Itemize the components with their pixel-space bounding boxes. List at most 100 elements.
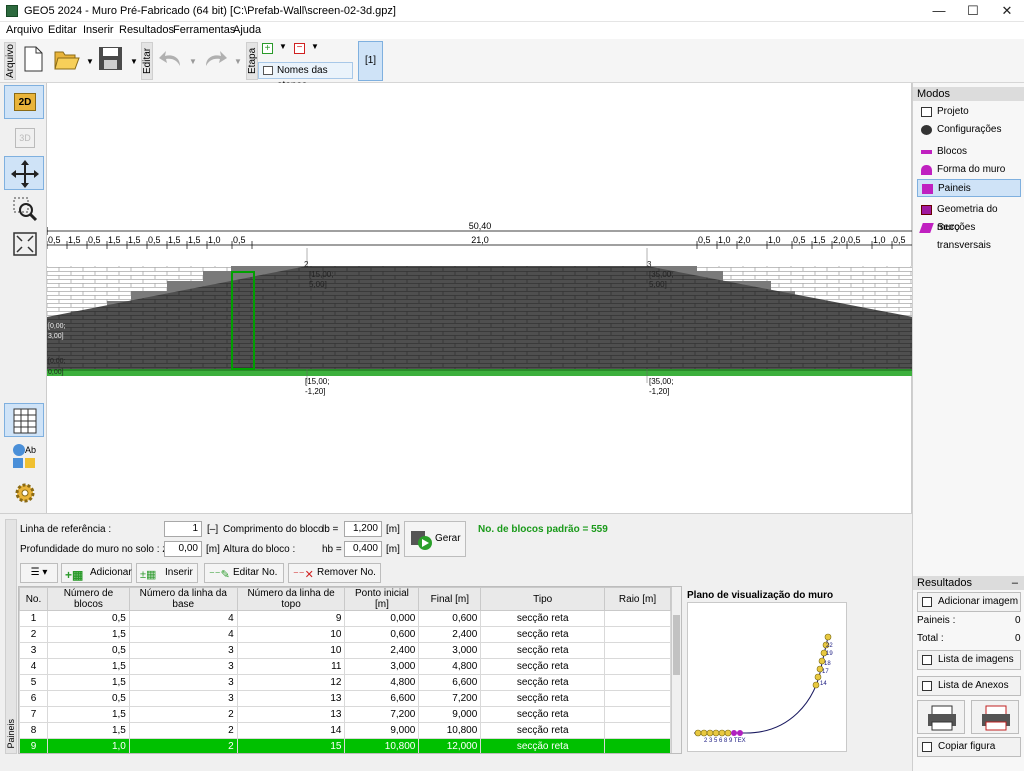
- drawing-canvas[interactable]: 50,40 21,0 0,5 1,5 0,5 1,5 1,5 0,5 1,5 1,5 1,0 0,…: [46, 83, 914, 513]
- maximize-button[interactable]: ☐: [956, 0, 990, 22]
- mode-blocos[interactable]: Blocos: [917, 143, 1021, 161]
- col-end[interactable]: Final [m]: [418, 587, 482, 611]
- table-cell[interactable]: 4,800: [418, 658, 482, 675]
- table-cell[interactable]: 3: [128, 690, 238, 707]
- table-cell[interactable]: 1,5: [46, 626, 130, 643]
- table-cell[interactable]: 15: [236, 738, 346, 753]
- mode-geometria[interactable]: Geometria do muro: [917, 201, 1021, 233]
- table-cell[interactable]: 0,600: [418, 610, 482, 627]
- table-cell[interactable]: 3: [128, 642, 238, 659]
- table-row[interactable]: 1 0,5 4 9 0,000 0,600 secção reta: [19, 610, 671, 627]
- settings-button[interactable]: [4, 475, 44, 509]
- table-cell[interactable]: 13: [236, 706, 346, 723]
- table-cell[interactable]: 12,000: [418, 738, 482, 753]
- print-button[interactable]: [917, 700, 965, 734]
- table-cell[interactable]: 2,400: [344, 642, 420, 659]
- stage-tab-1[interactable]: [1]: [358, 41, 383, 81]
- menu-ferramentas[interactable]: Ferramentas: [173, 24, 235, 36]
- col-radius[interactable]: Raio [m]: [604, 587, 671, 611]
- table-cell[interactable]: 1,5: [46, 706, 130, 723]
- table-cell[interactable]: secção reta: [480, 738, 606, 753]
- view-2d-button[interactable]: 2D: [4, 85, 44, 119]
- table-cell[interactable]: 4: [128, 626, 238, 643]
- col-no[interactable]: No.: [19, 587, 48, 611]
- generate-button[interactable]: Gerar: [404, 521, 466, 557]
- save-dropdown-icon[interactable]: ▼: [130, 57, 138, 66]
- col-num-blocks[interactable]: Número de blocos: [46, 587, 130, 611]
- add-button[interactable]: +▦ Adicionar: [61, 563, 132, 583]
- zoom-extents-button[interactable]: [4, 226, 44, 260]
- mode-projeto[interactable]: Projeto: [917, 103, 1021, 121]
- insert-button[interactable]: ±▦ Inserir: [136, 563, 198, 583]
- table-cell[interactable]: 10,800: [344, 738, 420, 753]
- table-cell[interactable]: 0,5: [46, 690, 130, 707]
- redo-button[interactable]: [202, 48, 230, 78]
- table-cell[interactable]: 2: [19, 626, 48, 643]
- table-cell[interactable]: 5: [19, 674, 48, 691]
- col-base-line[interactable]: Número da linha da base: [128, 587, 238, 611]
- table-row[interactable]: 6 0,5 3 13 6,600 7,200 secção reta: [19, 690, 671, 707]
- table-cell[interactable]: secção reta: [480, 722, 606, 739]
- table-cell[interactable]: 3: [19, 642, 48, 659]
- table-row[interactable]: 3 0,5 3 10 2,400 3,000 secção reta: [19, 642, 671, 659]
- table-cell[interactable]: 3,000: [344, 658, 420, 675]
- block-height-input[interactable]: 0,400: [344, 541, 382, 557]
- table-cell[interactable]: 7: [19, 706, 48, 723]
- table-cell[interactable]: 1: [19, 610, 48, 627]
- print-pdf-button[interactable]: [971, 700, 1019, 734]
- block-length-input[interactable]: 1,200: [344, 521, 382, 537]
- table-row[interactable]: 5 1,5 3 12 4,800 6,600 secção reta: [19, 674, 671, 691]
- table-cell[interactable]: 1,0: [46, 738, 130, 753]
- table-cell[interactable]: 3: [128, 658, 238, 675]
- zoom-window-button[interactable]: [4, 191, 44, 225]
- collapse-icon[interactable]: –: [1012, 576, 1018, 590]
- new-file-button[interactable]: [22, 46, 50, 76]
- table-cell[interactable]: 0,5: [46, 642, 130, 659]
- depth-input[interactable]: 0,00: [164, 541, 202, 557]
- mode-configuracoes[interactable]: Configurações: [917, 121, 1021, 139]
- menu-inserir[interactable]: Inserir: [83, 24, 114, 36]
- view-3d-button[interactable]: 3D: [4, 120, 44, 154]
- table-cell[interactable]: [604, 690, 671, 707]
- mode-paineis[interactable]: Paineis: [917, 179, 1021, 197]
- table-cell[interactable]: 1,5: [46, 658, 130, 675]
- side-tab-paineis[interactable]: Paineis: [5, 519, 17, 754]
- panels-table[interactable]: No. Número de blocos Número da linha da …: [18, 586, 682, 754]
- table-cell[interactable]: secção reta: [480, 674, 606, 691]
- table-cell[interactable]: 2,400: [418, 626, 482, 643]
- table-cell[interactable]: 14: [236, 722, 346, 739]
- table-cell[interactable]: secção reta: [480, 610, 606, 627]
- add-stage-dropdown-icon[interactable]: ▼: [279, 42, 287, 51]
- table-cell[interactable]: 9,000: [344, 722, 420, 739]
- save-button[interactable]: [98, 46, 126, 76]
- open-file-button[interactable]: [54, 46, 82, 76]
- table-cell[interactable]: [604, 610, 671, 627]
- table-cell[interactable]: 6,600: [418, 674, 482, 691]
- minimize-button[interactable]: —: [922, 0, 956, 22]
- menu-editar[interactable]: Editar: [48, 24, 77, 36]
- table-cell[interactable]: 6: [19, 690, 48, 707]
- pan-button[interactable]: [4, 156, 44, 190]
- menu-ajuda[interactable]: Ajuda: [233, 24, 261, 36]
- table-cell[interactable]: [604, 642, 671, 659]
- ref-line-input[interactable]: 1: [164, 521, 202, 537]
- table-cell[interactable]: 3,000: [418, 642, 482, 659]
- table-cell[interactable]: [604, 658, 671, 675]
- table-cell[interactable]: 3: [128, 674, 238, 691]
- table-cell[interactable]: 1,5: [46, 722, 130, 739]
- remove-stage-icon[interactable]: −: [294, 43, 305, 54]
- table-cell[interactable]: [604, 674, 671, 691]
- mode-forma-do-muro[interactable]: Forma do muro: [917, 161, 1021, 179]
- table-cell[interactable]: 2: [128, 706, 238, 723]
- table-view-button[interactable]: [4, 403, 44, 437]
- col-type[interactable]: Tipo: [480, 587, 606, 611]
- col-top-line[interactable]: Número da linha de topo: [236, 587, 346, 611]
- col-start[interactable]: Ponto inicial [m]: [344, 587, 420, 611]
- scrollbar-thumb[interactable]: [673, 615, 680, 675]
- table-cell[interactable]: 7,200: [418, 690, 482, 707]
- table-cell[interactable]: 10: [236, 626, 346, 643]
- open-dropdown-icon[interactable]: ▼: [86, 57, 94, 66]
- table-cell[interactable]: 0,600: [344, 626, 420, 643]
- image-list-button[interactable]: Lista de imagens: [917, 650, 1021, 670]
- labels-button[interactable]: Ab: [4, 439, 44, 473]
